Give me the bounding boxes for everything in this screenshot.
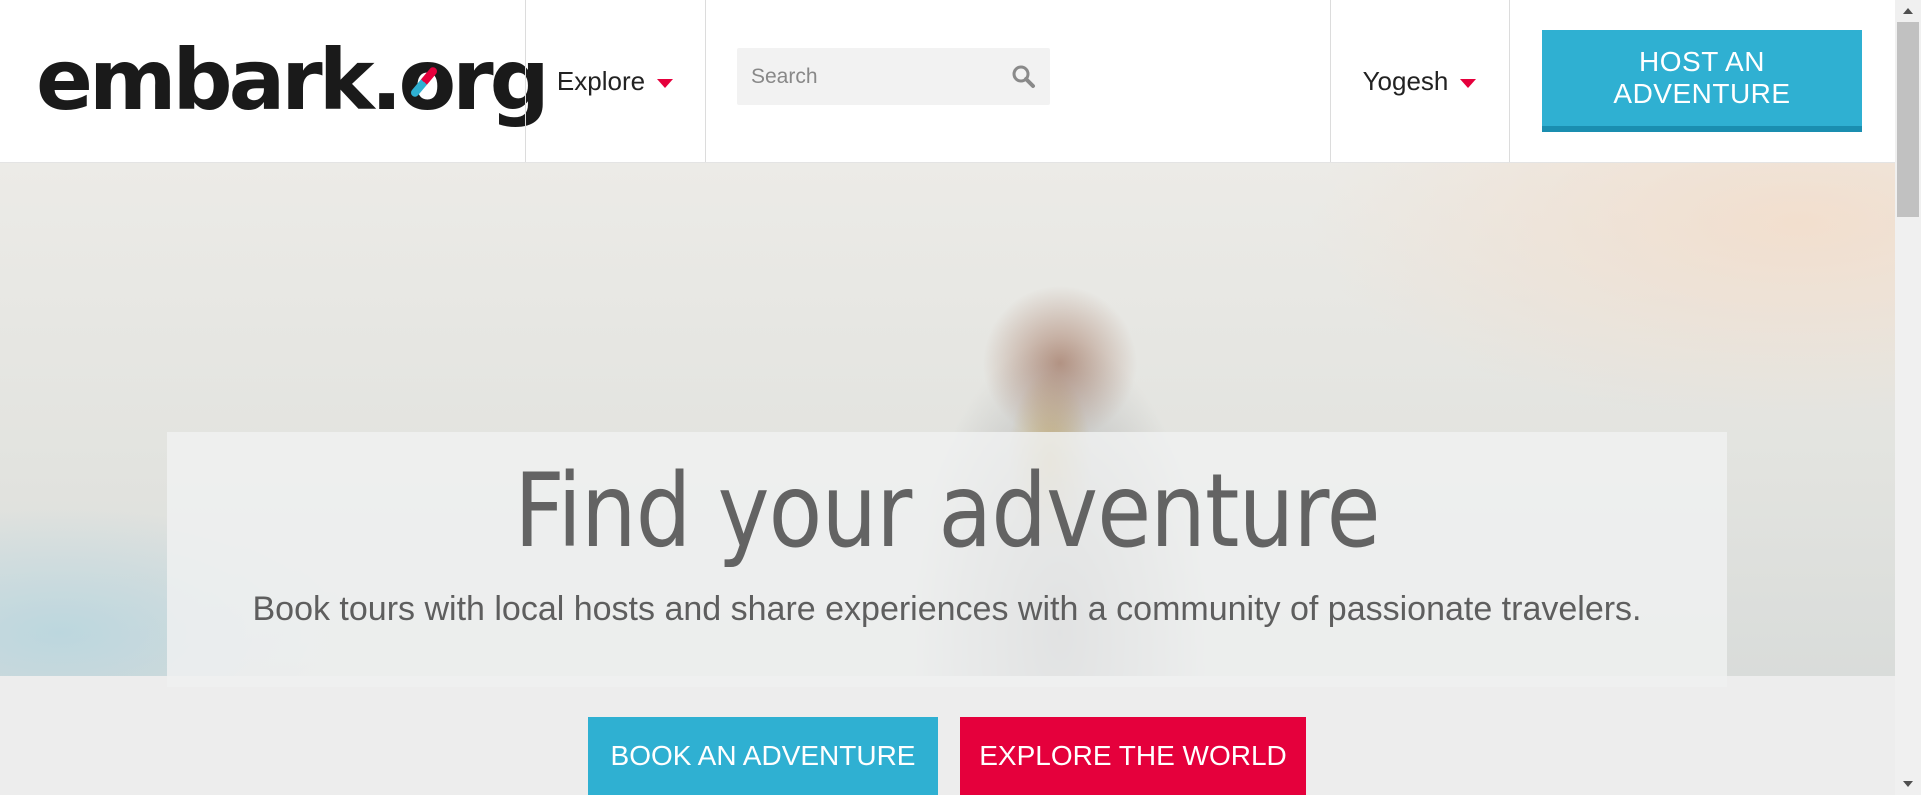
logo-o-mark: o bbox=[399, 30, 457, 130]
hero-panel: Find your adventure Book tours with loca… bbox=[167, 432, 1727, 687]
user-menu-label: Yogesh bbox=[1362, 65, 1449, 96]
scrollbar-thumb[interactable] bbox=[1897, 22, 1919, 217]
caret-down-icon bbox=[1460, 78, 1477, 88]
explore-menu-label: Explore bbox=[556, 65, 646, 96]
site-header: embark.org Explore Yogesh HOST AN ADVENT… bbox=[0, 0, 1895, 163]
host-adventure-button[interactable]: HOST AN ADVENTURE bbox=[1542, 30, 1862, 132]
explore-menu[interactable]: Explore bbox=[525, 0, 705, 162]
caret-down-icon bbox=[657, 78, 674, 88]
page-scrollbar[interactable] bbox=[1895, 0, 1921, 795]
book-adventure-button[interactable]: BOOK AN ADVENTURE bbox=[588, 717, 938, 795]
search-icon[interactable] bbox=[1010, 63, 1038, 91]
site-logo[interactable]: embark.org bbox=[36, 30, 550, 130]
search-input[interactable] bbox=[737, 48, 987, 105]
hero-subtitle: Book tours with local hosts and share ex… bbox=[252, 590, 1642, 628]
scroll-up-arrow-icon[interactable] bbox=[1895, 0, 1921, 22]
user-menu[interactable]: Yogesh bbox=[1330, 0, 1509, 162]
nav-divider bbox=[705, 0, 706, 162]
search-box bbox=[737, 48, 1050, 105]
hero-title: Find your adventure bbox=[514, 452, 1380, 571]
logo-text-pre: embark. bbox=[36, 31, 403, 129]
nav-divider bbox=[1509, 0, 1510, 162]
scroll-down-arrow-icon[interactable] bbox=[1895, 773, 1921, 795]
explore-world-button[interactable]: EXPLORE THE WORLD bbox=[960, 717, 1306, 795]
